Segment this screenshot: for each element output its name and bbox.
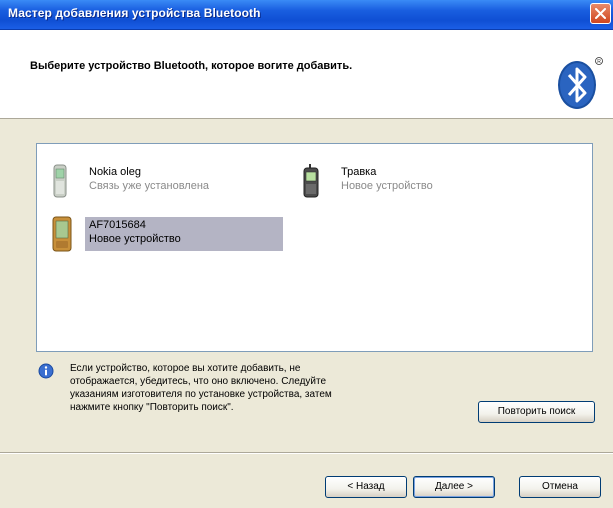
next-button[interactable]: Далее > <box>413 476 495 498</box>
cancel-button[interactable]: Отмена <box>519 476 601 498</box>
device-name: AF7015684 <box>89 219 146 231</box>
wizard-window: Мастер добавления устройства Bluetooth В… <box>0 0 613 508</box>
title-bar[interactable]: Мастер добавления устройства Bluetooth <box>0 0 613 30</box>
info-icon <box>38 363 54 379</box>
bluetooth-logo-icon: R <box>558 57 603 109</box>
info-text: Если устройство, которое вы хотите добав… <box>70 363 332 413</box>
device-status: Связь уже установлена <box>89 180 210 192</box>
back-button[interactable]: < Назад <box>325 476 407 498</box>
wizard-header: Выберите устройство Bluetooth, которое в… <box>0 30 613 119</box>
close-icon <box>595 8 606 19</box>
phone-icon <box>303 164 319 198</box>
device-name: Травка <box>341 166 377 178</box>
device-list[interactable]: Nokia oleg Связь уже установлена Травка … <box>36 143 593 352</box>
list-item-selected[interactable]: AF7015684 Новое устройство <box>51 216 291 252</box>
close-button[interactable] <box>590 3 611 24</box>
separator <box>0 452 613 454</box>
phone-icon <box>53 164 67 198</box>
device-name: Nokia oleg <box>89 166 141 178</box>
device-status: Новое устройство <box>89 233 181 245</box>
pda-icon <box>52 216 72 252</box>
rescan-button[interactable]: Повторить поиск <box>478 401 595 423</box>
list-item[interactable]: Nokia oleg Связь уже установлена <box>51 164 281 198</box>
page-heading: Выберите устройство Bluetooth, которое в… <box>30 60 353 72</box>
svg-text:R: R <box>597 59 601 65</box>
list-item[interactable]: Травка Новое устройство <box>301 164 531 198</box>
device-status: Новое устройство <box>341 180 433 192</box>
window-title: Мастер добавления устройства Bluetooth <box>8 6 261 20</box>
